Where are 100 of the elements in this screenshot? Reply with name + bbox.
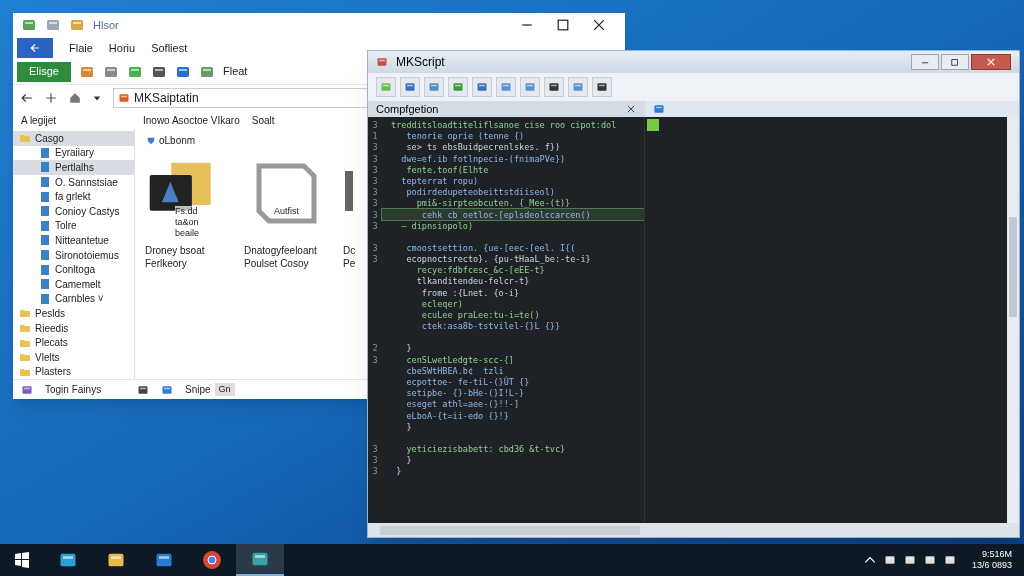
restore-icon — [951, 58, 959, 66]
menu-item[interactable]: Flaie — [69, 39, 93, 57]
sidebar-item[interactable]: Rieedis — [13, 320, 134, 336]
sidebar-item[interactable]: O. Sannstsiae — [13, 174, 134, 190]
menu-item[interactable]: Sofliest — [151, 39, 188, 57]
code-text: } — [395, 465, 403, 477]
icon-caption: Autfist — [274, 206, 299, 217]
sidebar-item[interactable]: fa grlekt — [13, 189, 134, 204]
line-number: 3 — [372, 220, 378, 231]
code-text: setipbe- {}-bHe-(}I!L-} — [405, 387, 526, 399]
code-text: } — [405, 420, 413, 432]
icon-caption: beaile — [175, 228, 200, 239]
breadcrumb[interactable]: Inowo Asoctoe VIkaro — [143, 112, 240, 128]
sidebar-item[interactable]: Peslds — [13, 306, 134, 321]
window-title: MKScript — [396, 54, 445, 71]
toolbar-button[interactable] — [544, 77, 564, 97]
code-text: } — [405, 342, 413, 354]
code-text: tenorie oprie (tenne {) — [405, 130, 526, 142]
panel-title: Compfgetion — [376, 101, 439, 117]
close-button[interactable] — [625, 103, 637, 115]
plus-icon[interactable] — [45, 92, 57, 104]
icon-caption: Fs.dd — [175, 206, 199, 217]
code-text: ecopnoctsrecto}. {pu-tHaaL_be:-te-i} — [405, 253, 592, 265]
content-header: oLbonm — [159, 134, 196, 148]
line-number: 3 — [372, 198, 378, 209]
line-number: 3 — [372, 187, 378, 198]
sidebar-item[interactable]: Conioy Castys — [13, 203, 134, 219]
line-number: 3 — [372, 466, 378, 477]
document-icon — [39, 205, 51, 218]
taskbar-app[interactable] — [236, 544, 284, 576]
close-icon — [987, 58, 995, 66]
sidebar-item[interactable]: Carnbles ˅ — [13, 291, 134, 307]
toolbar-button[interactable] — [592, 77, 612, 97]
status-button[interactable]: Gn — [214, 382, 235, 397]
sidebar-item[interactable]: Nitteantetue — [13, 233, 134, 248]
document-icon — [39, 278, 51, 291]
line-number: 3 — [372, 142, 378, 153]
maximize-button[interactable] — [941, 54, 969, 70]
chevron-icon[interactable] — [863, 554, 876, 566]
line-number: 3 — [372, 254, 378, 265]
file-label: Dnatogyfeeloant Poulset Cosoy — [244, 244, 318, 270]
document-icon — [39, 161, 51, 174]
code-text: yeticiezisbabett: cbd36 &t-tvc} — [405, 442, 567, 455]
code-text: eLboA-{t=ii-edo {}!} — [405, 409, 510, 421]
window-title: Hlsor — [93, 17, 119, 33]
file-menu-button[interactable] — [17, 38, 53, 58]
file-item[interactable]: Autfist Dnatogyfeeloant Poulset Cosoy — [244, 156, 339, 270]
code-text: podirdedupeteobeittstdiiseol) — [405, 186, 556, 198]
sidebar-item[interactable]: Casgo — [13, 131, 134, 146]
code-text: – dipnsiopolo) — [400, 220, 474, 231]
ribbon-button[interactable]: Elisge — [17, 61, 71, 82]
file-item[interactable]: Dc Pe — [343, 156, 361, 270]
sidebar-item[interactable]: Pertlalhs — [13, 160, 134, 175]
bookmark-icon — [647, 119, 659, 131]
code-text: } — [405, 454, 413, 466]
line-number: 3 — [372, 153, 378, 164]
address-field[interactable]: MKSaiptatin — [113, 88, 368, 108]
line-number: 3 — [372, 242, 378, 253]
scroll-thumb[interactable] — [1009, 217, 1017, 317]
breadcrumb-item[interactable]: Soalt — [251, 112, 275, 128]
code-text: ecpottoe- fe-tiL-(}ÛT {} — [405, 375, 531, 388]
sidebar-item[interactable]: Eyraiiary — [13, 145, 134, 161]
sidebar-item[interactable]: Conltoga — [13, 262, 134, 277]
sidebar-item[interactable]: Plasters — [13, 364, 134, 380]
line-number: 3 — [372, 443, 378, 454]
back-icon[interactable] — [21, 92, 33, 104]
clock[interactable]: 9:516M 13/6 0893 — [971, 549, 1012, 571]
line-number: 3 — [372, 175, 378, 186]
code-text: cenSLwetLedgte-scc-{] — [405, 353, 515, 365]
code-text: tredditsloadtiteliflsanoe cise roo cipot:dol — [390, 119, 618, 131]
sidebar-item[interactable]: Camemelt — [13, 276, 134, 292]
clock-time: 9:516M — [981, 549, 1012, 560]
sidebar-item[interactable]: Tolre — [13, 218, 134, 234]
ribbon-label: Fleat — [222, 64, 248, 80]
code-text: ecuLee praLee:tu-i=te() — [420, 309, 541, 321]
home-icon[interactable] — [69, 92, 81, 104]
code-text: recye:fdbfcesc_&c-[eEE-t} — [415, 264, 546, 276]
maximize-icon — [557, 19, 569, 31]
horizontal-scrollbar[interactable] — [368, 523, 1019, 537]
line-number: 1 — [372, 131, 378, 142]
document-icon — [39, 234, 51, 247]
code-text: cmoostsettion. {ue-[eec-[eel. I{( — [405, 241, 577, 254]
sidebar-item[interactable]: Sironotoiemus — [13, 247, 134, 263]
sidebar-item[interactable]: Plecats — [13, 335, 134, 350]
line-number: 3 — [372, 455, 378, 466]
file-item[interactable]: Fs.dd ta&on beaile Droney bsoat Ferlkeory — [145, 156, 240, 270]
line-number: 3 — [372, 120, 378, 130]
sidebar-item[interactable]: Vlelts — [13, 349, 134, 365]
code-text: fente.toof(Elhte — [405, 164, 490, 175]
code-text: se> ts ebsBuidpecrenlskes. f}) — [405, 141, 561, 153]
menu-item[interactable]: Horiu — [108, 39, 136, 57]
status-text: Togin Fainys — [45, 383, 103, 397]
pane-label: A legijet — [21, 113, 58, 128]
vertical-scrollbar[interactable] — [1007, 117, 1019, 523]
line-number: 3 — [372, 164, 378, 175]
document-icon — [39, 190, 51, 203]
clock-date: 13/6 0893 — [971, 560, 1012, 571]
code-text: tlkanditendeu-felcr-t} — [415, 275, 531, 287]
line-number: 3 — [372, 209, 378, 220]
code-text: ecleqer) — [420, 297, 464, 309]
